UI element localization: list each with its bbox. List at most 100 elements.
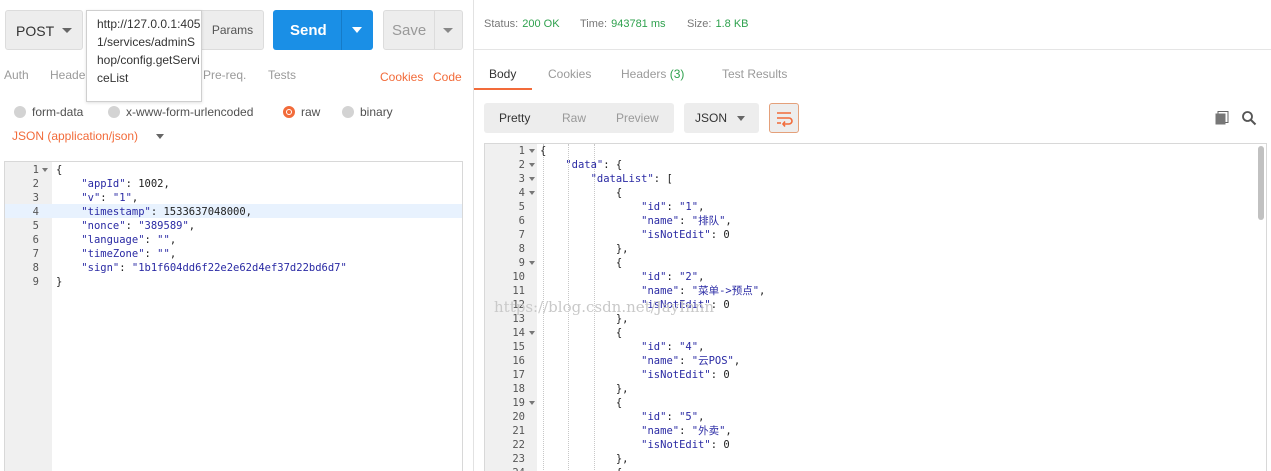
line-number: 17	[512, 369, 525, 381]
line-number: 1	[518, 145, 525, 157]
radio-label: form-data	[32, 105, 84, 119]
tab-test-results[interactable]: Test Results	[722, 67, 787, 81]
view-pretty-button[interactable]: Pretty	[499, 111, 530, 125]
line-number: 2	[518, 159, 525, 171]
tab-pre-request-script[interactable]: Pre-req.	[203, 68, 246, 82]
size-value: 1.8 KB	[715, 18, 749, 30]
params-button[interactable]: Params	[201, 10, 264, 50]
code-line: 4 {	[485, 186, 1266, 200]
tab-headers-label: Headers	[621, 67, 667, 81]
code-line: 3 "v": "1",	[5, 191, 462, 205]
wrap-lines-button[interactable]	[769, 103, 799, 133]
radio-dot	[342, 106, 354, 118]
view-raw-button[interactable]: Raw	[562, 111, 586, 125]
status-label: Status:	[484, 18, 519, 30]
wrap-lines-icon	[777, 112, 793, 127]
line-number: 4	[518, 187, 525, 199]
request-body-editor[interactable]: 1{2 "appId": 1002, 3 "v": "1", 4 "timestam…	[4, 161, 463, 471]
code-text: "data": {	[565, 159, 623, 171]
response-status-bar: Status: 200 OK Time: 943781 ms Size: 1.8 KB	[474, 0, 1271, 50]
code-line: 3 "dataList": [	[485, 172, 1266, 186]
line-number: 19	[512, 397, 525, 409]
fold-toggle-icon[interactable]	[529, 149, 535, 153]
save-options-chevron-icon[interactable]	[443, 28, 453, 33]
code-text: "timestamp": 1533637048000,	[81, 206, 252, 218]
send-options-chevron-icon[interactable]	[352, 27, 362, 33]
code-text: {	[540, 257, 623, 269]
code-line: 10 "id": "2",	[485, 270, 1266, 284]
code-line: 23 },	[485, 452, 1266, 466]
active-tab-indicator	[474, 88, 532, 90]
code-text: "nonce": "389589",	[81, 220, 196, 232]
cookies-link[interactable]: Cookies	[380, 70, 423, 84]
code-line: 24 {	[485, 466, 1266, 471]
line-number: 20	[512, 411, 525, 423]
line-number: 11	[512, 285, 525, 297]
line-number: 1	[32, 164, 39, 176]
save-button[interactable]: Save	[383, 10, 463, 50]
code-line: 6 "name": "排队",	[485, 214, 1266, 228]
line-number: 6	[518, 215, 525, 227]
line-number: 9	[518, 257, 525, 269]
fold-toggle-icon[interactable]	[529, 331, 535, 335]
code-text: "name": "菜单->预点",	[641, 285, 766, 297]
fold-toggle-icon[interactable]	[529, 163, 535, 167]
view-preview-button[interactable]: Preview	[616, 111, 659, 125]
line-number: 22	[512, 439, 525, 451]
radio-label: binary	[360, 105, 393, 119]
line-number: 8	[518, 243, 525, 255]
code-line: 4 "timestamp": 1533637048000,	[5, 205, 462, 219]
tab-headers[interactable]: Headers (3)	[621, 67, 684, 81]
send-divider	[341, 10, 342, 50]
code-line: 8 "sign": "1b1f604dd6f22e2e62d4ef37d22bd…	[5, 261, 462, 275]
tab-auth[interactable]: Auth	[4, 68, 29, 82]
line-number: 4	[32, 206, 39, 218]
line-number: 5	[32, 220, 39, 232]
radio-label: raw	[301, 105, 321, 119]
radio-label: x-www-form-urlencoded	[126, 105, 254, 119]
fold-toggle-icon[interactable]	[529, 177, 535, 181]
fold-toggle-icon[interactable]	[529, 401, 535, 405]
content-type-select[interactable]: JSON (application/json)	[12, 129, 138, 143]
code-line: 22 "isNotEdit": 0	[485, 438, 1266, 452]
view-mode-group: Pretty Raw Preview	[484, 103, 674, 133]
chevron-down-icon[interactable]	[156, 134, 164, 139]
line-number: 3	[32, 192, 39, 204]
size-label: Size:	[687, 18, 712, 30]
line-number: 16	[512, 355, 525, 367]
fold-toggle-icon[interactable]	[529, 261, 535, 265]
postman-window: POST http://127.0.0.1:4051/services/admi…	[0, 0, 1271, 471]
line-number: 7	[518, 229, 525, 241]
code-line: 2 "data": {	[485, 158, 1266, 172]
line-number: 6	[32, 234, 39, 246]
code-line: 16 "name": "云POS",	[485, 354, 1266, 368]
fold-toggle-icon[interactable]	[42, 168, 48, 172]
format-select[interactable]: JSON	[684, 103, 759, 133]
copy-icon[interactable]	[1215, 111, 1229, 125]
line-number: 24	[497, 466, 525, 471]
time-value: 943781 ms	[611, 18, 666, 30]
code-link[interactable]: Code	[433, 70, 462, 84]
code-text: "isNotEdit": 0	[641, 439, 730, 451]
fold-toggle-icon[interactable]	[529, 191, 535, 195]
line-number: 10	[512, 271, 525, 283]
tab-tests[interactable]: Tests	[268, 68, 296, 82]
line-number: 9	[32, 276, 39, 288]
url-input[interactable]: http://127.0.0.1:4051/services/adminShop…	[86, 10, 202, 102]
headers-count-badge: (3)	[669, 67, 685, 81]
code-line: 7 "isNotEdit": 0	[485, 228, 1266, 242]
code-line: 11 "name": "菜单->预点",	[485, 284, 1266, 298]
code-text: },	[540, 243, 629, 255]
search-icon[interactable]	[1241, 110, 1257, 126]
code-text: }	[56, 276, 63, 288]
tab-headers[interactable]: Heade	[50, 68, 85, 82]
method-select[interactable]: POST	[5, 10, 83, 50]
code-line: 8 },	[485, 242, 1266, 256]
send-button[interactable]: Send	[273, 10, 373, 50]
tab-body[interactable]: Body	[489, 67, 516, 81]
code-text: },	[540, 383, 629, 395]
code-text: "id": "2",	[641, 271, 705, 283]
tab-cookies[interactable]: Cookies	[548, 67, 591, 81]
code-text: "id": "4",	[641, 341, 705, 353]
request-pane: POST http://127.0.0.1:4051/services/admi…	[0, 0, 474, 471]
